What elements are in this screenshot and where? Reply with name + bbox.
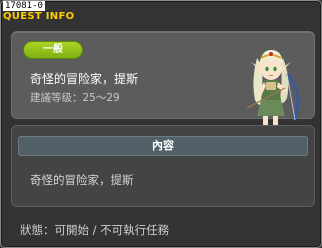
quest-info-window: 17081-0 QUEST INFO 一般 奇怪的冒险家，提斯 建議等级：25～… bbox=[0, 0, 322, 248]
quest-name: 奇怪的冒险家，提斯 bbox=[30, 72, 139, 86]
content-header: 內容 bbox=[18, 136, 308, 156]
level-requirement: 建議等级：25～29 bbox=[30, 92, 120, 104]
quest-summary-panel: 一般 奇怪的冒险家，提斯 建議等级：25～29 bbox=[11, 31, 315, 140]
window-title: QUEST INFO bbox=[3, 11, 75, 22]
content-text: 奇怪的冒险家，提斯 bbox=[30, 173, 134, 187]
quest-content-panel: 內容 奇怪的冒险家，提斯 bbox=[11, 125, 315, 207]
quest-status: 狀態：可開始 / 不可執行任務 bbox=[20, 223, 170, 237]
category-badge: 一般 bbox=[23, 41, 83, 59]
